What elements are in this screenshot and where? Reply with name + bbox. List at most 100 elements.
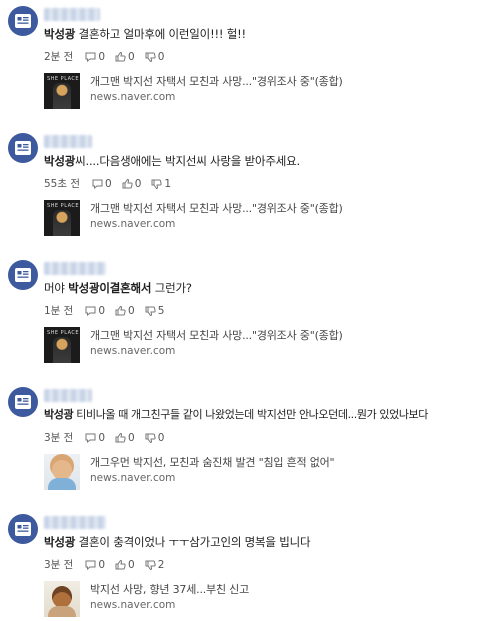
- news-link-card[interactable]: 박지선 사망, 향년 37세...부친 신고 news.naver.com: [44, 581, 249, 617]
- thumbnail-caption: SHE PLACE: [47, 330, 80, 336]
- like-count: 0: [134, 177, 142, 190]
- like-button[interactable]: 0: [115, 559, 135, 571]
- news-link-domain: news.naver.com: [90, 472, 176, 484]
- user-avatar-icon[interactable]: [8, 514, 38, 544]
- comment-text-body: 결혼하고 얼마후에 이런일이!!! 헐!!: [75, 27, 247, 41]
- like-button[interactable]: 0: [115, 305, 135, 317]
- dislike-button[interactable]: 0: [145, 51, 164, 63]
- like-button[interactable]: 0: [122, 177, 142, 190]
- thumbs-up-icon: [115, 51, 126, 61]
- news-link-domain: news.naver.com: [90, 599, 176, 611]
- thumbs-down-icon: [145, 306, 156, 316]
- news-link-domain: news.naver.com: [90, 218, 176, 230]
- thumbs-up-icon: [122, 178, 133, 188]
- user-avatar-icon[interactable]: [8, 387, 38, 417]
- news-link-card[interactable]: SHE PLACE 개그맨 박지선 자택서 모친과 사망..."경위조사 중"(…: [44, 200, 343, 236]
- reply-button[interactable]: 0: [85, 51, 105, 63]
- comment-text-bold: 박성광이결혼해서: [68, 281, 152, 295]
- comment-meta: 3분 전 0 0 2: [44, 557, 174, 572]
- news-link-card[interactable]: SHE PLACE 개그맨 박지선 자택서 모친과 사망..."경위조사 중"(…: [44, 73, 343, 109]
- comment-text-bold: 박성광: [44, 154, 76, 168]
- reply-button[interactable]: 0: [85, 305, 105, 317]
- news-link-title: 박지선 사망, 향년 37세...부친 신고: [90, 583, 250, 596]
- dislike-count: 0: [157, 431, 165, 444]
- like-count: 0: [128, 50, 135, 63]
- like-count: 0: [128, 304, 135, 317]
- news-thumbnail: [44, 581, 80, 617]
- reply-button[interactable]: 0: [85, 432, 105, 444]
- comment-meta: 2분 전 0 0 0: [44, 49, 174, 64]
- news-thumbnail: [44, 454, 80, 490]
- username-blurred[interactable]: [44, 516, 106, 529]
- username-blurred[interactable]: [44, 135, 92, 148]
- news-thumbnail: SHE PLACE: [44, 200, 80, 236]
- username-blurred[interactable]: [44, 389, 92, 402]
- comment-time: 3분 전: [44, 432, 74, 444]
- dislike-button[interactable]: 5: [145, 305, 164, 317]
- reply-icon: [85, 433, 96, 443]
- thumbnail-caption: SHE PLACE: [47, 76, 80, 82]
- user-avatar-icon[interactable]: [8, 133, 38, 163]
- comment-text-body: 그런가?: [151, 281, 192, 295]
- like-count: 0: [128, 431, 135, 444]
- dislike-count: 2: [157, 558, 165, 571]
- comment-text: 박성광 티비나올 때 개그친구들 같이 나왔었는데 박지선만 안나오던데...뭔…: [44, 407, 428, 423]
- dislike-button[interactable]: 2: [145, 558, 165, 571]
- reply-button[interactable]: 0: [85, 559, 105, 571]
- comment-text-body: 결혼이 충격이었나 ㅜㅜ삼가고인의 명복을 빕니다: [75, 535, 311, 549]
- user-avatar-icon[interactable]: [8, 260, 38, 290]
- comment-time: 1분 전: [44, 305, 74, 317]
- comment-text-body: 티비나올 때 개그친구들 같이 나왔었는데 박지선만 안나오던데...뭔가 있었…: [73, 408, 428, 421]
- news-link-card[interactable]: SHE PLACE 개그맨 박지선 자택서 모친과 사망..."경위조사 중"(…: [44, 327, 343, 363]
- reply-icon: [85, 52, 96, 62]
- comment-time: 2분 전: [44, 51, 74, 63]
- dislike-button[interactable]: 0: [145, 431, 165, 444]
- news-link-title: 개그맨 박지선 자택서 모친과 사망..."경위조사 중"(종합): [90, 329, 343, 342]
- like-button[interactable]: 0: [115, 432, 135, 444]
- like-count: 0: [128, 558, 135, 571]
- news-link-title: 개그맨 박지선 자택서 모친과 사망..."경위조사 중"(종합): [90, 202, 343, 215]
- thumbs-down-icon: [145, 560, 156, 570]
- news-link-title: 개그우먼 박지선, 모친과 숨진채 발견 "침입 흔적 없어": [90, 456, 335, 469]
- dislike-count: 1: [164, 177, 172, 190]
- like-button[interactable]: 0: [115, 51, 135, 63]
- comment-text: 머야 박성광이결혼해서 그런가?: [44, 280, 192, 296]
- news-link-card[interactable]: 개그우먼 박지선, 모친과 숨진채 발견 "침입 흔적 없어" news.nav…: [44, 454, 335, 490]
- dislike-button[interactable]: 1: [151, 178, 171, 190]
- thumbs-down-icon: [145, 52, 156, 62]
- user-avatar-icon[interactable]: [8, 6, 38, 36]
- news-link-domain: news.naver.com: [90, 345, 176, 357]
- reply-count: 0: [98, 304, 106, 317]
- comment-text-bold: 박성광: [44, 535, 76, 549]
- comment-time: 55초 전: [44, 178, 81, 190]
- reply-icon: [85, 560, 96, 570]
- thumbs-up-icon: [115, 432, 126, 442]
- comment-text: 박성광 결혼하고 얼마후에 이런일이!!! 헐!!: [44, 26, 246, 42]
- thumbs-up-icon: [115, 305, 126, 315]
- comment-text: 박성광 결혼이 충격이었나 ㅜㅜ삼가고인의 명복을 빕니다: [44, 534, 311, 550]
- comment-meta: 1분 전 0 0 5: [44, 303, 174, 318]
- news-thumbnail: SHE PLACE: [44, 73, 80, 109]
- reply-count: 0: [98, 431, 106, 444]
- reply-count: 0: [105, 177, 112, 190]
- reply-button[interactable]: 0: [92, 178, 112, 190]
- thumbs-up-icon: [115, 559, 126, 569]
- comment-text-prefix: 머야: [44, 281, 69, 295]
- reply-icon: [92, 179, 103, 189]
- reply-count: 0: [98, 558, 106, 571]
- comment-text-body: 씨....다음생애에는 박지선씨 사랑을 받아주세요.: [75, 154, 301, 168]
- news-link-title: 개그맨 박지선 자택서 모친과 사망..."경위조사 중"(종합): [90, 75, 343, 88]
- thumbs-down-icon: [151, 179, 163, 189]
- comment-time: 3분 전: [44, 559, 74, 571]
- news-thumbnail: SHE PLACE: [44, 327, 80, 363]
- comment-text: 박성광씨....다음생애에는 박지선씨 사랑을 받아주세요.: [44, 153, 300, 169]
- comment-meta: 55초 전 0 0 1: [44, 176, 181, 191]
- reply-icon: [85, 306, 96, 316]
- thumbnail-caption: SHE PLACE: [47, 203, 80, 209]
- comment-meta: 3분 전 0 0 0: [44, 430, 174, 445]
- comment-text-bold: 박성광: [44, 27, 76, 41]
- username-blurred[interactable]: [44, 262, 106, 275]
- thumbs-down-icon: [145, 433, 156, 443]
- news-link-domain: news.naver.com: [90, 91, 176, 103]
- username-blurred[interactable]: [44, 8, 100, 21]
